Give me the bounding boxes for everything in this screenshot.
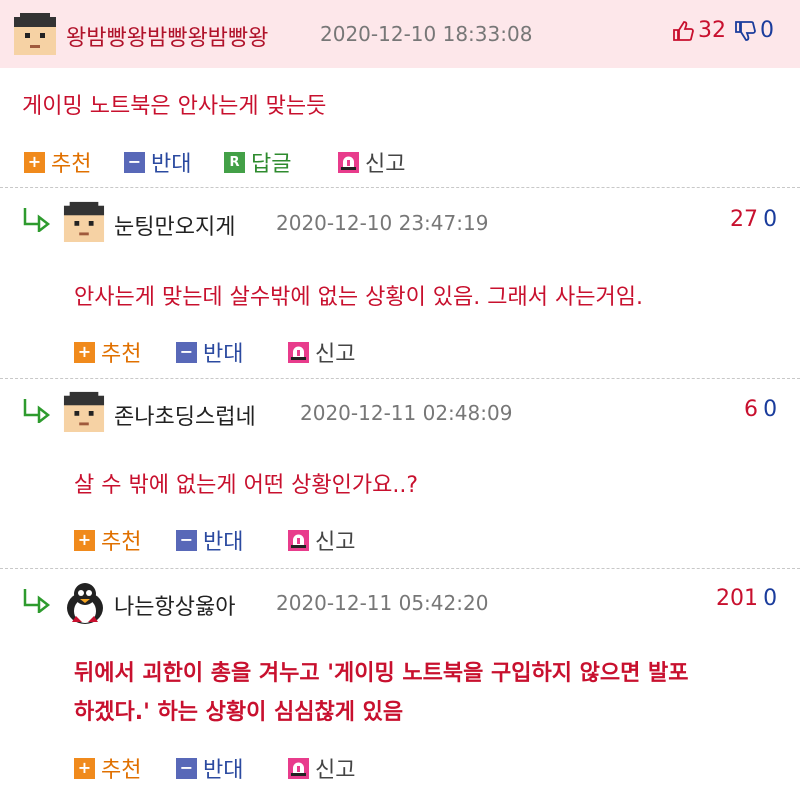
comment-body: 안사는게 맞는데 살수밖에 없는 상황이 있음. 그래서 사는거임. (74, 285, 643, 310)
reply-arrow-icon (23, 208, 51, 232)
report-label: 신고 (315, 342, 356, 367)
comment-date: 2020-12-10 18:33:08 (320, 22, 533, 46)
user-avatar-icon[interactable] (12, 11, 58, 55)
user-avatar-icon[interactable] (62, 390, 106, 432)
recommend-button[interactable]: + 추천 (74, 336, 141, 368)
up-count: 27 (730, 207, 758, 232)
siren-icon (288, 341, 309, 363)
plus-square-icon: + (74, 529, 95, 551)
oppose-label: 반대 (203, 342, 244, 367)
user-avatar-icon[interactable] (62, 200, 106, 242)
comment-date: 2020-12-11 05:42:20 (276, 591, 489, 615)
report-label: 신고 (365, 152, 406, 177)
divider (0, 378, 800, 379)
minus-square-icon: − (124, 151, 145, 173)
recommend-label: 추천 (101, 342, 142, 367)
thumbs-down-icon[interactable] (734, 20, 756, 42)
recommend-label: 추천 (51, 152, 92, 177)
reply-r-icon: R (224, 151, 245, 173)
report-label: 신고 (315, 758, 356, 783)
siren-icon (288, 757, 309, 779)
comment-date: 2020-12-10 23:47:19 (276, 211, 489, 235)
up-count: 201 (716, 586, 758, 611)
down-count: 0 (763, 207, 778, 232)
plus-square-icon: + (74, 341, 95, 363)
oppose-label: 반대 (203, 530, 244, 555)
vote-counter: 32 0 (672, 18, 774, 43)
report-button[interactable]: 신고 (288, 752, 355, 784)
reply-arrow-icon (23, 589, 51, 613)
divider (0, 568, 800, 569)
report-label: 신고 (315, 530, 356, 555)
comment-nickname[interactable]: 눈팅만오지게 (114, 209, 235, 241)
minus-square-icon: − (176, 529, 197, 551)
divider (0, 187, 800, 188)
comment-nickname[interactable]: 왕밤빵왕밤빵왕밤빵왕 (66, 20, 268, 52)
user-avatar-icon[interactable] (62, 580, 108, 626)
recommend-button[interactable]: + 추천 (74, 524, 141, 556)
reply-label: 답글 (251, 152, 292, 177)
oppose-label: 반대 (151, 152, 192, 177)
plus-square-icon: + (74, 757, 95, 779)
up-count: 32 (698, 18, 726, 43)
recommend-label: 추천 (101, 530, 142, 555)
up-count: 6 (744, 397, 758, 422)
oppose-button[interactable]: − 반대 (124, 146, 191, 178)
oppose-button[interactable]: − 반대 (176, 336, 243, 368)
reply-arrow-icon (23, 399, 51, 423)
comment-body: 게이밍 노트북은 안사는게 맞는듯 (22, 94, 327, 119)
reply-button[interactable]: R 답글 (224, 146, 291, 178)
oppose-button[interactable]: − 반대 (176, 524, 243, 556)
down-count: 0 (763, 397, 778, 422)
recommend-button[interactable]: + 추천 (74, 752, 141, 784)
vote-counter: 27 0 (730, 207, 777, 232)
report-button[interactable]: 신고 (338, 146, 405, 178)
down-count: 0 (763, 586, 778, 611)
siren-icon (338, 151, 359, 173)
plus-square-icon: + (24, 151, 45, 173)
comment-body-line: 뒤에서 괴한이 총을 겨누고 '게이밍 노트북을 구입하지 않으면 발포 (74, 661, 689, 686)
comment-body: 살 수 밖에 없는게 어떤 상황인가요..? (74, 473, 418, 498)
thumbs-up-icon[interactable] (672, 20, 694, 42)
comment-date: 2020-12-11 02:48:09 (300, 401, 513, 425)
vote-counter: 201 0 (716, 586, 777, 611)
recommend-button[interactable]: + 추천 (24, 146, 91, 178)
siren-icon (288, 529, 309, 551)
minus-square-icon: − (176, 341, 197, 363)
report-button[interactable]: 신고 (288, 524, 355, 556)
report-button[interactable]: 신고 (288, 336, 355, 368)
down-count: 0 (760, 18, 774, 43)
comment-body-line: 하겠다.' 하는 상황이 심심찮게 있음 (74, 700, 404, 725)
comment-nickname[interactable]: 존나초딩스럽네 (114, 399, 256, 431)
comment-nickname[interactable]: 나는항상옳아 (114, 589, 235, 621)
minus-square-icon: − (176, 757, 197, 779)
oppose-label: 반대 (203, 758, 244, 783)
vote-counter: 6 0 (744, 397, 777, 422)
oppose-button[interactable]: − 반대 (176, 752, 243, 784)
recommend-label: 추천 (101, 758, 142, 783)
